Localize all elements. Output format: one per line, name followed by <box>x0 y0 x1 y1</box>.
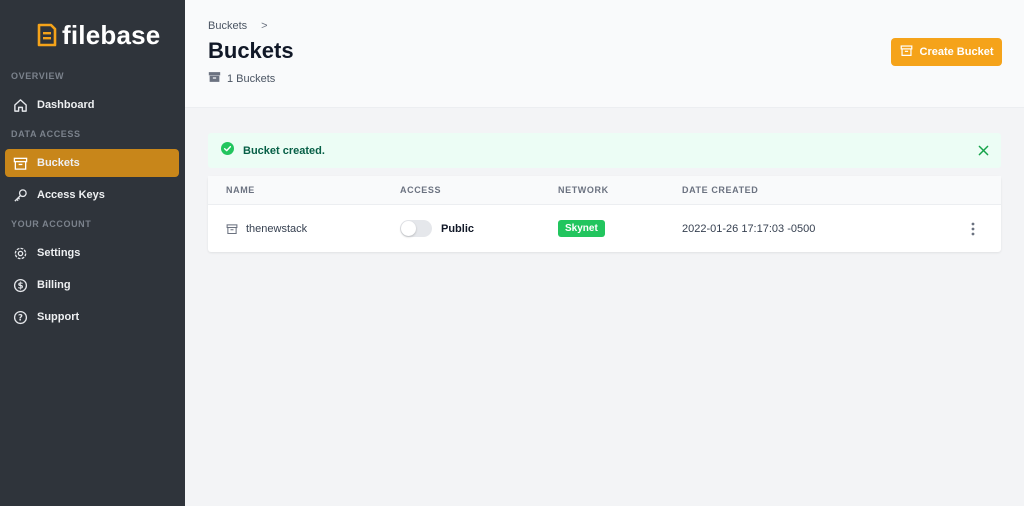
check-circle-icon <box>221 141 234 160</box>
sidebar: filebase OVERVIEW Dashboard DATA ACCESS … <box>0 0 185 506</box>
dollar-circle-icon: $ <box>12 277 28 293</box>
sidebar-item-billing[interactable]: $ Billing <box>5 271 179 299</box>
page-title: Buckets <box>208 38 294 63</box>
network-badge: Skynet <box>558 220 605 237</box>
question-circle-icon: ? <box>12 309 28 325</box>
sidebar-item-support[interactable]: ? Support <box>5 303 179 331</box>
column-header-date-created: DATE CREATED <box>682 185 759 195</box>
home-icon <box>12 97 28 113</box>
access-label: Public <box>441 222 475 235</box>
close-icon[interactable] <box>976 143 990 157</box>
svg-text:?: ? <box>18 312 23 322</box>
filebase-logo-icon <box>36 23 58 47</box>
access-cell: Public <box>400 205 474 252</box>
sidebar-item-label: Billing <box>37 279 71 291</box>
buckets-table: NAME ACCESS NETWORK DATE CREATED thenews… <box>208 176 1001 252</box>
network-cell: Skynet <box>558 205 605 252</box>
gear-icon <box>12 245 28 261</box>
alert-message: Bucket created. <box>243 144 325 157</box>
create-bucket-button[interactable]: Create Bucket <box>891 38 1002 66</box>
table-header: NAME ACCESS NETWORK DATE CREATED <box>208 176 1001 205</box>
archive-icon <box>12 155 28 171</box>
toggle-knob <box>401 221 416 236</box>
breadcrumb-separator: > <box>261 20 268 32</box>
sidebar-item-access-keys[interactable]: Access Keys <box>5 181 179 209</box>
row-actions-menu-icon[interactable] <box>966 221 980 237</box>
column-header-access: ACCESS <box>400 185 442 195</box>
date-created: 2022-01-26 17:17:03 -0500 <box>682 222 816 235</box>
date-created-cell: 2022-01-26 17:17:03 -0500 <box>682 205 815 252</box>
sidebar-item-settings[interactable]: Settings <box>5 239 179 267</box>
create-bucket-label: Create Bucket <box>919 46 994 58</box>
sidebar-item-label: Access Keys <box>37 189 105 201</box>
logo-text: filebase <box>62 19 161 50</box>
success-alert: Bucket created. <box>208 133 1001 168</box>
sidebar-item-label: Dashboard <box>37 99 95 111</box>
svg-text:$: $ <box>17 280 23 290</box>
archive-icon <box>208 71 227 86</box>
sidebar-item-label: Settings <box>37 247 81 259</box>
archive-icon <box>226 223 238 235</box>
bucket-count-text: 1 Buckets <box>227 72 276 85</box>
sidebar-item-label: Support <box>37 311 80 323</box>
filebase-logo[interactable]: filebase <box>36 20 160 50</box>
breadcrumb: Buckets > <box>208 20 268 32</box>
breadcrumb-item-buckets[interactable]: Buckets <box>208 20 247 32</box>
section-label-your-account: YOUR ACCOUNT <box>11 219 92 229</box>
archive-icon <box>900 44 920 60</box>
column-header-name: NAME <box>226 185 255 195</box>
bucket-name: thenewstack <box>246 222 308 235</box>
bucket-count: 1 Buckets <box>208 71 275 86</box>
column-header-network: NETWORK <box>558 185 609 195</box>
section-label-data-access: DATA ACCESS <box>11 129 81 139</box>
sidebar-item-dashboard[interactable]: Dashboard <box>5 91 179 119</box>
sidebar-item-label: Buckets <box>37 157 80 169</box>
sidebar-item-buckets[interactable]: Buckets <box>5 149 179 177</box>
public-access-toggle[interactable] <box>400 220 432 237</box>
section-label-overview: OVERVIEW <box>11 71 65 81</box>
bucket-name-cell[interactable]: thenewstack <box>226 205 307 252</box>
key-icon <box>12 187 28 203</box>
table-row: thenewstack Public Skynet 2022-01-26 17:… <box>208 205 1001 252</box>
